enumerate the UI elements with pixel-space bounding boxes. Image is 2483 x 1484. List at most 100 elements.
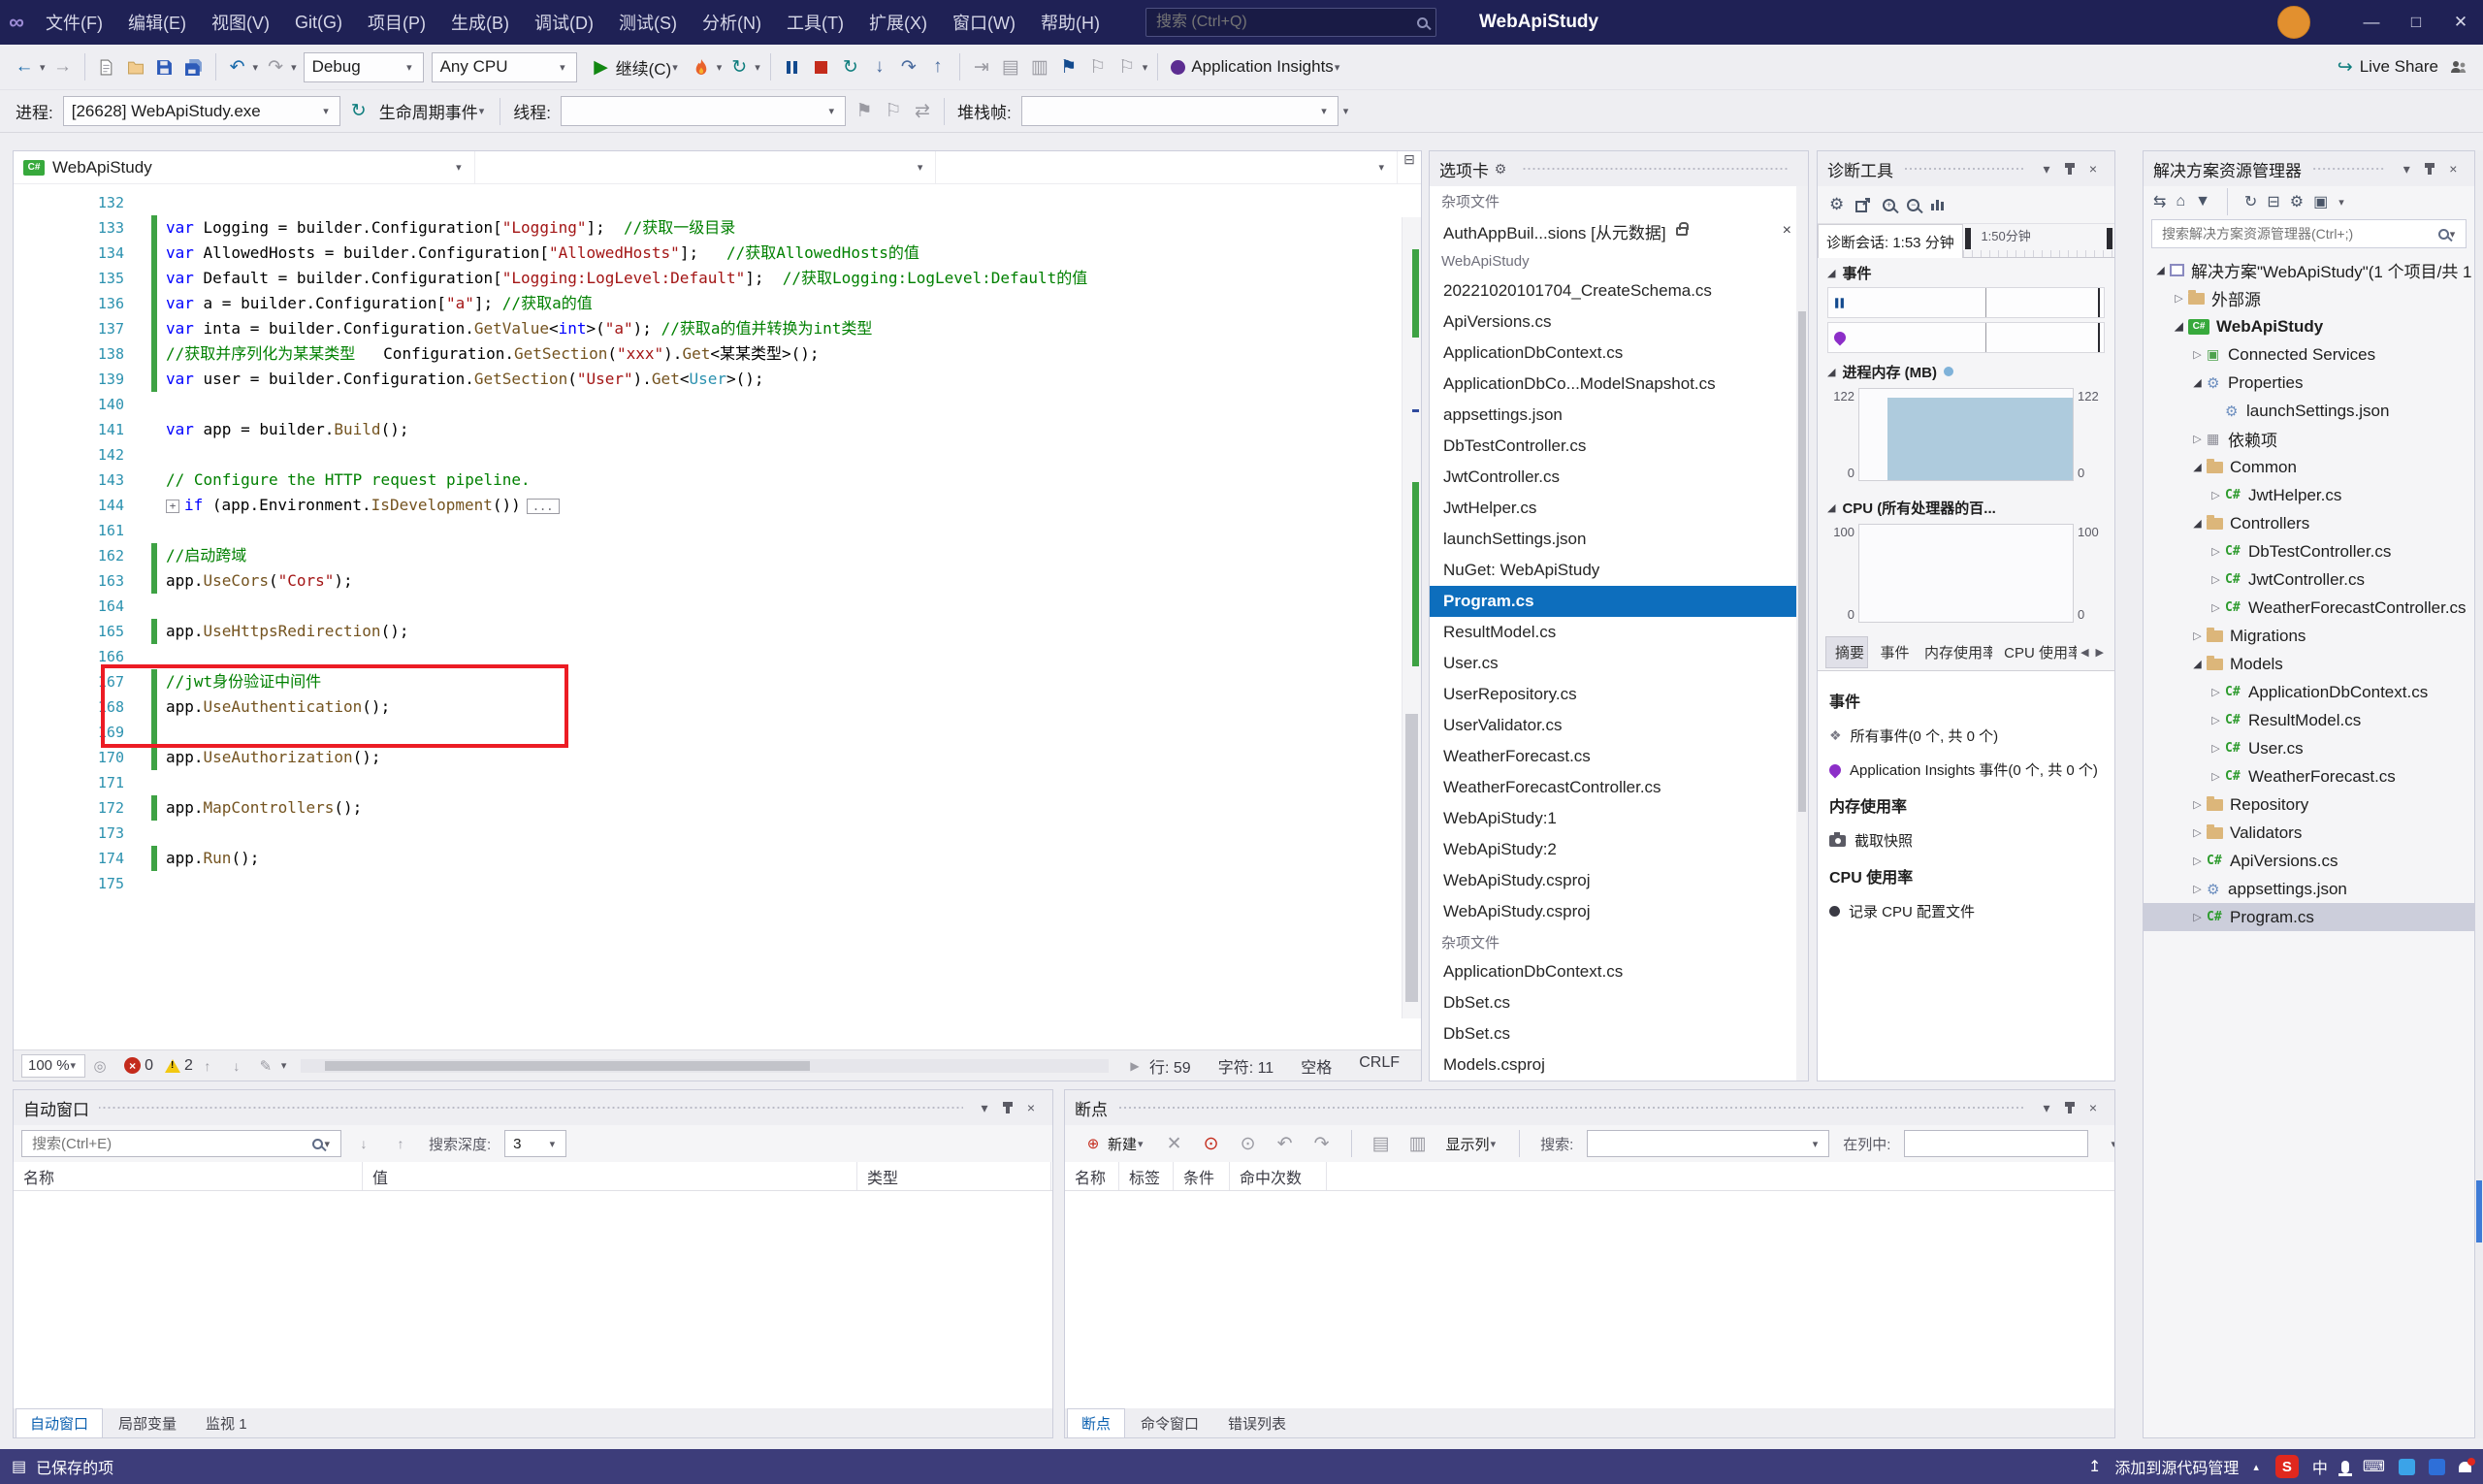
document-tab-item[interactable]: ApplicationDbContext.cs [1430,956,1808,987]
tree-item[interactable]: ▷C#Program.cs [2144,903,2474,931]
tree-item[interactable]: ▷C#WeatherForecast.cs [2144,762,2474,790]
restart-debug-icon[interactable]: ↻ [837,50,864,83]
window-tab-1[interactable]: 命令窗口 [1127,1409,1212,1437]
tree-item[interactable]: ◢⚙Properties [2144,369,2474,397]
code-line-142[interactable]: 142 [14,442,1421,468]
save-all-icon[interactable] [180,50,208,83]
lifecycle-events-button[interactable]: 生命周期事件▾ [373,95,494,128]
restart-app-icon[interactable]: ↻ [726,50,753,83]
import-icon[interactable]: ↶ [1272,1127,1299,1160]
session-tab[interactable]: 诊断会话: 1:53 分钟 [1818,224,1963,258]
chart-icon[interactable] [1931,200,1944,210]
break-events-track[interactable] [1827,287,2105,318]
close-icon[interactable]: × [2081,161,2105,177]
tree-expander-icon[interactable]: ▷ [2207,545,2225,558]
gear-icon[interactable]: ⚙ [1489,161,1512,177]
tree-item[interactable]: ▷外部源 [2144,284,2474,312]
code-line-132[interactable]: 132 [14,190,1421,215]
code-cleanup-icon[interactable]: ✎ [252,1049,279,1082]
tree-expander-icon[interactable]: ▷ [2188,629,2207,642]
diagnostics-tab-1[interactable]: 事件 [1871,637,1912,667]
goto-line-icon[interactable]: ⇥ [968,50,995,83]
tree-item[interactable]: ▷Validators [2144,819,2474,847]
code-line-172[interactable]: 172app.MapControllers(); [14,795,1421,821]
new-file-icon[interactable] [93,50,120,83]
quick-search-input[interactable] [1154,13,1417,32]
split-editor-icon[interactable]: ⊟ [1398,151,1421,183]
tree-item[interactable]: ◢解决方案"WebApiStudy"(1 个项目/共 1 个) [2144,256,2474,284]
tree-item[interactable]: ▷C#ApplicationDbContext.cs [2144,678,2474,706]
code-line-163[interactable]: 163app.UseCors("Cors"); [14,568,1421,594]
tree-expander-icon[interactable]: ▷ [2188,826,2207,839]
tree-item[interactable]: ▷▦依赖项 [2144,425,2474,453]
line-endings[interactable]: CRLF [1359,1054,1400,1078]
step-into-icon[interactable]: ↓ [866,50,893,83]
document-tab-item[interactable]: ResultModel.cs [1430,617,1808,648]
redo-icon[interactable]: ↷ [262,50,289,83]
document-health-icon[interactable]: ◎ [86,1049,113,1082]
search-down-icon[interactable]: ↓ [350,1127,377,1160]
tabs-scrollbar[interactable] [1796,186,1808,1081]
code-line-138[interactable]: 138//获取并序列化为某某类型 Configuration.GetSectio… [14,341,1421,367]
tree-expander-icon[interactable]: ▷ [2170,292,2188,305]
prev-bookmark-icon[interactable]: ⚐ [1084,50,1112,83]
project-dropdown[interactable]: C# WebApiStudy ▾ [14,151,475,183]
collapse-all-icon[interactable]: ⊟ [2267,192,2279,211]
menu-item-9[interactable]: 工具(T) [774,0,856,45]
autos-search[interactable]: ▾ [21,1130,341,1157]
code-line-170[interactable]: 170app.UseAuthorization(); [14,745,1421,770]
flag-outline-icon[interactable]: ⚐ [880,95,907,128]
sync-active-document-icon[interactable]: ↻ [2244,192,2257,211]
toolbar-overflow-icon[interactable]: ▾ [1343,105,1349,117]
step-over-icon[interactable]: ↷ [895,50,922,83]
whitespace-mode[interactable]: 空格 [1301,1054,1332,1078]
save-icon[interactable] [151,50,178,83]
properties-icon[interactable]: ⚙ [2290,192,2304,211]
new-breakpoint-button[interactable]: ⊕ 新建▾ [1073,1127,1152,1160]
close-icon[interactable]: × [2081,1100,2105,1115]
column-header-3[interactable]: 命中次数 [1230,1162,1327,1190]
pin-icon[interactable] [2428,164,2432,175]
tree-expander-icon[interactable]: ▷ [2188,798,2207,811]
flag-icon[interactable]: ⚑ [851,95,878,128]
code-line-141[interactable]: 141var app = builder.Build(); [14,417,1421,442]
document-tab-item[interactable]: AuthAppBuil...sions [从元数据]× [1430,215,1808,246]
code-line-173[interactable]: 173 [14,821,1421,846]
autos-body[interactable] [14,1191,1052,1408]
ime-language[interactable]: 中 [2312,1455,2328,1478]
menu-item-3[interactable]: Git(G) [282,0,355,45]
add-to-source-control[interactable]: 添加到源代码管理 [2114,1455,2239,1478]
code-line-144[interactable]: 144+if (app.Environment.IsDevelopment())… [14,493,1421,518]
undo-icon[interactable]: ↶ [224,50,251,83]
fold-expand-icon[interactable]: + [166,500,179,513]
pending-filter-icon[interactable]: ▼ [2195,193,2210,210]
solution-search[interactable]: ▾ [2151,219,2467,248]
document-tab-item[interactable]: JwtHelper.cs [1430,493,1808,524]
menu-item-2[interactable]: 视图(V) [199,0,282,45]
code-line-135[interactable]: 135var Default = builder.Configuration["… [14,266,1421,291]
export-icon[interactable] [1855,198,1871,212]
menu-item-5[interactable]: 生成(B) [438,0,522,45]
menu-item-8[interactable]: 分析(N) [690,0,774,45]
tree-expander-icon[interactable]: ▷ [2207,742,2225,755]
document-tab-item[interactable]: WebApiStudy.csproj [1430,896,1808,927]
app-tile2-icon[interactable] [2429,1459,2445,1475]
break-all-icon[interactable] [779,50,806,83]
bp-incolumn-box[interactable]: ▾ [1904,1130,2088,1157]
tree-item[interactable]: ◢Controllers [2144,509,2474,537]
column-header-1[interactable]: 值 [363,1162,857,1190]
window-tab-2[interactable]: 错误列表 [1214,1409,1300,1437]
app-insights-button[interactable]: Application Insights▾ [1165,50,1348,83]
document-tab-item[interactable]: NuGet: WebApiStudy [1430,555,1808,586]
tabs-scroll-left-icon[interactable]: ◀ [2080,646,2088,659]
solution-config-combo[interactable]: Debug▾ [304,52,424,82]
code-area[interactable]: 132133var Logging = builder.Configuratio… [14,184,1421,1049]
uncomment-icon[interactable]: ▥ [1026,50,1053,83]
code-line-139[interactable]: 139var user = builder.Configuration.GetS… [14,367,1421,392]
menu-item-1[interactable]: 编辑(E) [115,0,199,45]
document-tab-item[interactable]: 20221020101704_CreateSchema.cs [1430,275,1808,306]
document-tab-item[interactable]: DbTestController.cs [1430,431,1808,462]
disable-all-icon[interactable]: ⊙ [1198,1127,1225,1160]
code-line-175[interactable]: 175 [14,871,1421,896]
code-line-133[interactable]: 133var Logging = builder.Configuration["… [14,215,1421,241]
